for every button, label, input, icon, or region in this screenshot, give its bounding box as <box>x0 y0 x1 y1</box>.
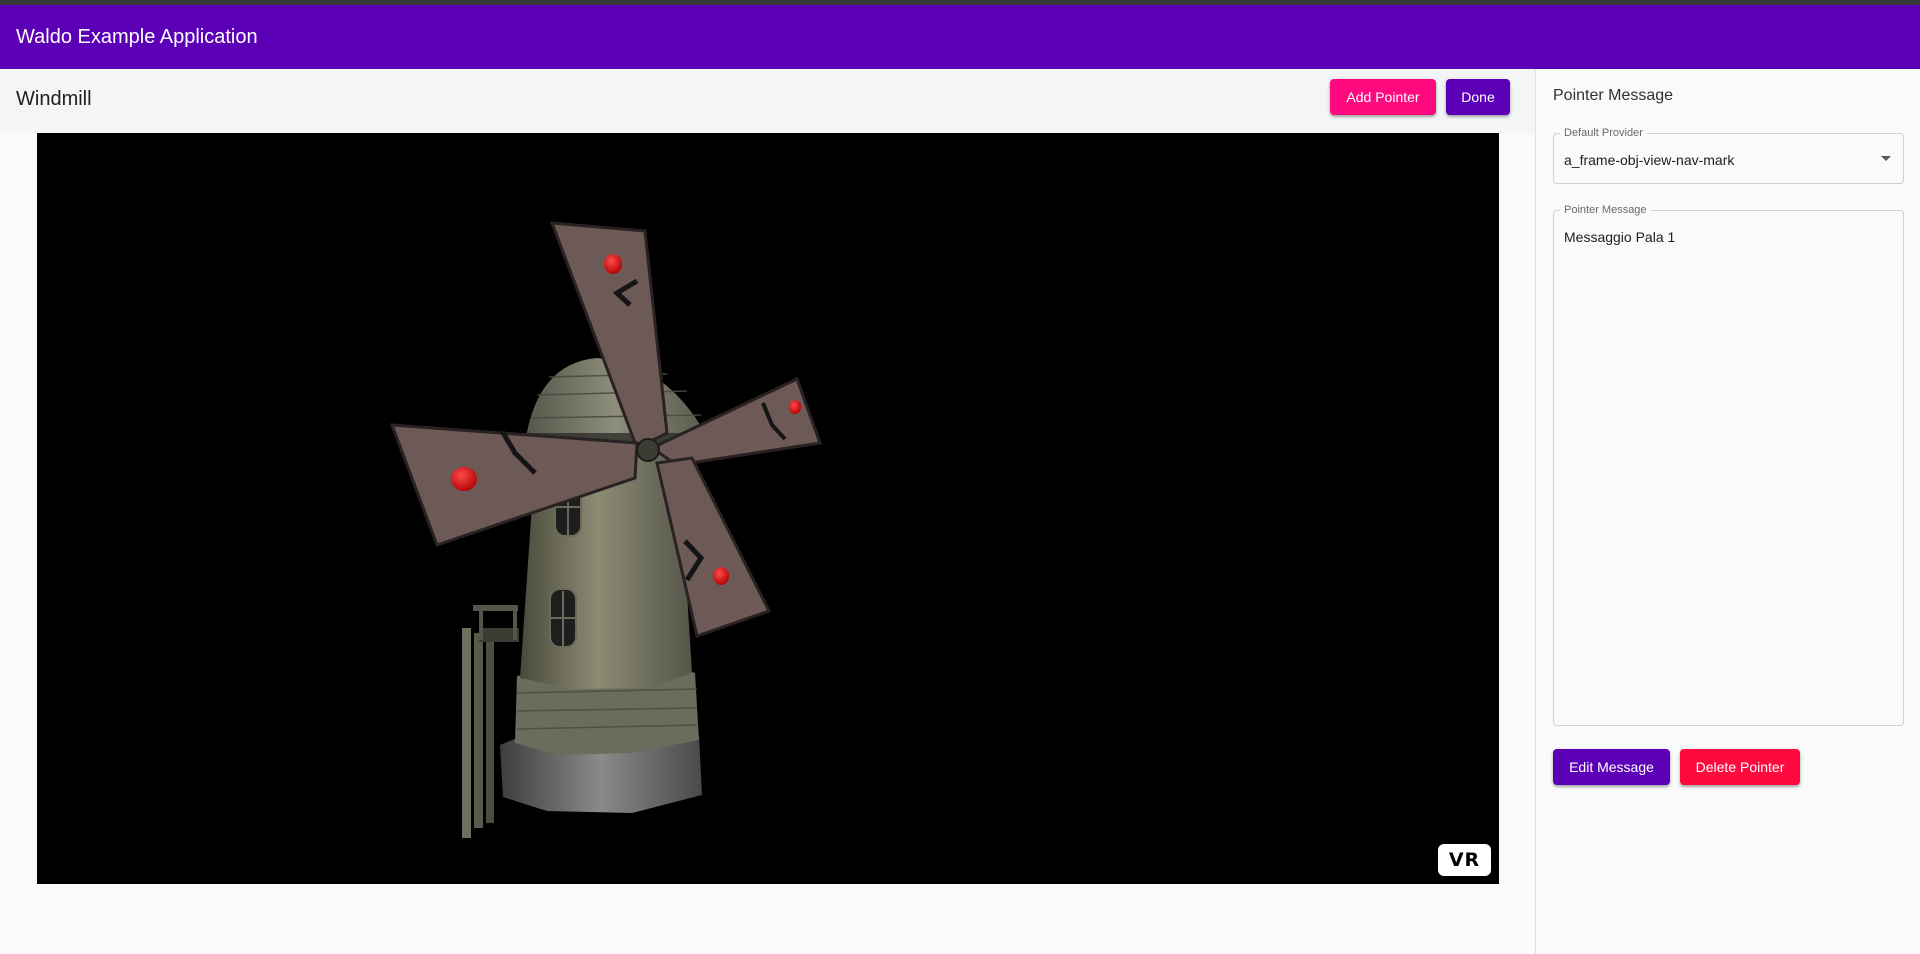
editor-header: Windmill Add Pointer Done <box>0 69 1535 133</box>
message-value: Messaggio Pala 1 <box>1564 229 1676 245</box>
3d-viewer[interactable]: VR <box>37 133 1499 884</box>
provider-value: a_frame-obj-view-nav-mark <box>1564 152 1735 168</box>
delete-pointer-button[interactable]: Delete Pointer <box>1680 749 1800 785</box>
pointer-marker[interactable] <box>451 467 477 491</box>
add-pointer-button[interactable]: Add Pointer <box>1330 79 1436 115</box>
pointer-message-field[interactable]: Pointer Message Messaggio Pala 1 <box>1553 204 1904 726</box>
provider-label: Default Provider <box>1560 127 1647 139</box>
pointer-marker[interactable] <box>789 400 801 414</box>
edit-message-button[interactable]: Edit Message <box>1553 749 1670 785</box>
scaffolding <box>462 605 519 838</box>
model-editor: Windmill Add Pointer Done VR <box>0 69 1535 954</box>
model-title: Windmill <box>16 88 92 110</box>
message-label: Pointer Message <box>1560 204 1651 216</box>
app-bar: Waldo Example Application <box>0 5 1920 69</box>
done-button[interactable]: Done <box>1446 79 1510 115</box>
vr-button[interactable]: VR <box>1438 844 1491 876</box>
app-title: Waldo Example Application <box>16 25 258 48</box>
panel-title: Pointer Message <box>1553 87 1674 104</box>
chevron-down-icon <box>1881 156 1891 161</box>
pointer-marker[interactable] <box>604 254 622 274</box>
provider-select[interactable]: Default Provider a_frame-obj-view-nav-ma… <box>1553 127 1904 184</box>
pointer-panel: Pointer Message Default Provider a_frame… <box>1535 69 1920 954</box>
pointer-marker[interactable] <box>713 567 729 585</box>
windmill-model <box>389 221 823 838</box>
